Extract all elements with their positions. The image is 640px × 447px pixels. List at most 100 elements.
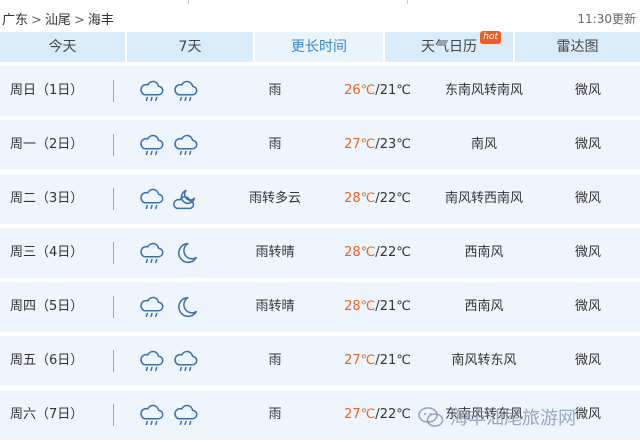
weather-icons [138,336,208,386]
weather-icons [138,282,208,332]
weather-icons [138,120,208,170]
tab-longer-range[interactable]: 更长时间 [255,32,385,62]
tab-label: 天气日历 [421,39,477,55]
wind-direction: 东南风转东风 [444,407,523,422]
weather-text: 雨转晴 [255,299,295,314]
wind-direction: 东南风转南风 [444,83,523,98]
rain-cloud-icon [174,134,198,156]
divider [407,0,408,4]
hot-badge: hot [480,31,501,44]
divider [113,134,114,156]
rain-cloud-icon [174,350,198,372]
temp-low: 22℃ [379,407,411,422]
weather-icons [138,390,208,440]
weather-icons [138,174,208,224]
divider [113,188,114,210]
forecast-row: 周三（4日） 雨转晴 28℃/22℃ 西南风 微风 [0,228,640,278]
moon-icon [178,296,198,318]
breadcrumb: 广东 > 汕尾 > 海丰 [2,9,114,28]
temp-low: 21℃ [379,299,411,314]
temp-high: 28℃ [344,191,376,206]
forecast-row: 周六（7日） 雨 27℃/22℃ 东南风转东风 微风 [0,390,640,440]
wind-direction: 南风 [470,137,497,152]
temp-low: 21℃ [379,353,411,368]
moon-icon [178,242,198,264]
wind-level: 微风 [574,83,601,98]
divider [113,296,114,318]
forecast-row: 周二（3日） 雨转多云 28℃/22℃ 南风转西南风 微风 [0,174,640,224]
temperature: 28℃/22℃ [344,191,411,206]
divider [113,242,114,264]
temp-high: 27℃ [344,137,376,152]
wind-direction: 西南风 [464,245,504,260]
wind-level: 微风 [574,245,601,260]
rain-cloud-icon [140,188,164,210]
breadcrumb-separator: > [31,13,42,28]
wind-level: 微风 [574,407,601,422]
weather-text: 雨 [268,83,282,98]
rain-cloud-icon [140,350,164,372]
wind-direction: 西南风 [464,299,504,314]
temp-high: 26℃ [344,83,376,98]
forecast-row: 周五（6日） 雨 27℃/21℃ 南风转东风 微风 [0,336,640,386]
weather-text: 雨 [268,353,282,368]
weather-text: 雨转多云 [248,191,301,206]
tab-7-days[interactable]: 7天 [127,32,255,62]
rain-cloud-icon [140,134,164,156]
update-time: 11:30更新 [577,12,636,26]
day-label: 周三（4日） [10,245,84,260]
weather-icons [138,228,208,278]
weather-text: 雨 [268,137,282,152]
rain-cloud-icon [140,404,164,426]
temperature: 28℃/21℃ [344,299,411,314]
divider [113,80,114,102]
temp-low: 23℃ [379,137,411,152]
tab-today[interactable]: 今天 [0,32,127,62]
temperature: 27℃/21℃ [344,353,411,368]
forecast-row: 周一（2日） 雨 27℃/23℃ 南风 微风 [0,120,640,170]
wind-level: 微风 [574,137,601,152]
tab-bar: 今天 7天 更长时间 天气日历 hot 雷达图 [0,31,640,62]
weather-text: 雨转晴 [255,245,295,260]
breadcrumb-city[interactable]: 汕尾 [45,13,71,28]
divider [113,404,114,426]
wind-direction: 南风转西南风 [444,191,523,206]
breadcrumb-separator: > [73,13,85,28]
temp-high: 28℃ [344,299,376,314]
day-label: 周六（7日） [10,407,84,422]
rain-cloud-icon [140,242,164,264]
wind-level: 微风 [574,353,601,368]
wind-level: 微风 [574,191,601,206]
temp-low: 21℃ [379,83,411,98]
rain-cloud-icon [174,404,198,426]
day-label: 周日（1日） [10,83,84,98]
wind-direction: 南风转东风 [451,353,517,368]
day-label: 周二（3日） [10,191,84,206]
wind-level: 微风 [574,299,601,314]
rain-cloud-icon [140,296,164,318]
weather-text: 雨 [268,407,282,422]
breadcrumb-province[interactable]: 广东 [2,13,28,28]
divider [113,350,114,372]
tab-weather-calendar[interactable]: 天气日历 hot [385,31,515,62]
forecast-row: 周四（5日） 雨转晴 28℃/21℃ 西南风 微风 [0,282,640,332]
top-bar: 广东 > 汕尾 > 海丰 11:30更新 [0,0,640,32]
temperature: 26℃/21℃ [344,83,411,98]
temp-low: 22℃ [379,191,411,206]
rain-cloud-icon [140,80,164,102]
temp-high: 27℃ [344,407,376,422]
temperature: 27℃/22℃ [344,407,411,422]
day-label: 周四（5日） [10,299,84,314]
day-label: 周一（2日） [10,137,84,152]
forecast-list: 周日（1日）雨 26℃/21℃ 东南风转南风 微风 周一（2日）雨 27℃/23℃ 南风 微风… [0,66,640,444]
temperature: 28℃/22℃ [344,245,411,260]
partly-cloudy-night-icon [173,189,196,210]
forecast-row: 周日（1日） 雨 26℃/21℃ 东南风转南风 微风 [0,66,640,116]
divider [188,0,189,4]
weather-icons [138,66,208,116]
temp-high: 28℃ [344,245,376,260]
tab-radar[interactable]: 雷达图 [515,32,640,62]
rain-cloud-icon [174,80,198,102]
temp-high: 27℃ [344,353,376,368]
temp-low: 22℃ [379,245,411,260]
